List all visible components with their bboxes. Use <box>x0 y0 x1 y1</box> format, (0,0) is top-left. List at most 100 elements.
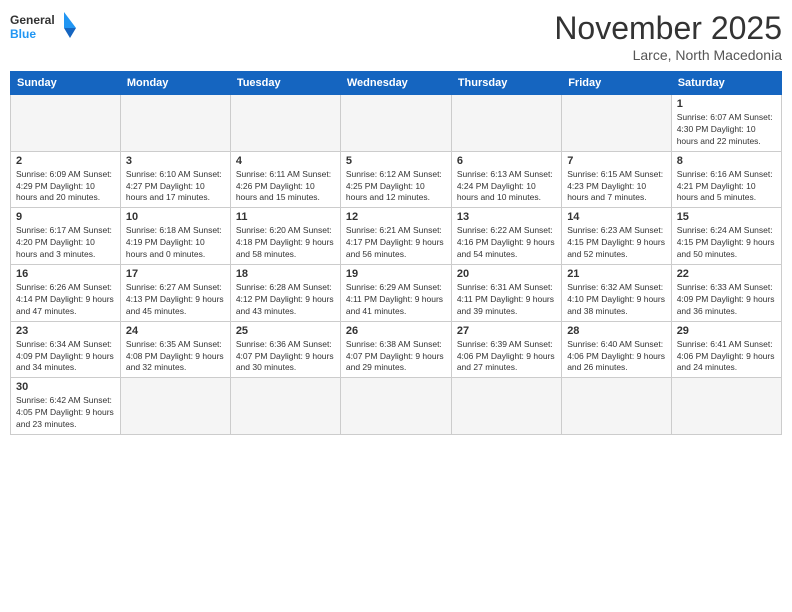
calendar-cell-4-4: 19 Sunrise: 6:29 AM Sunset: 4:11 PM Dayli… <box>340 265 451 322</box>
day-info: Sunrise: 6:35 AM Sunset: 4:08 PM Dayligh… <box>126 339 225 375</box>
day-number: 20 <box>457 268 556 280</box>
svg-text:Blue: Blue <box>10 27 36 41</box>
calendar-cell-1-2 <box>120 95 230 152</box>
calendar-cell-3-2: 10 Sunrise: 6:18 AM Sunset: 4:19 PM Dayli… <box>120 208 230 265</box>
calendar-cell-3-1: 9Sunrise: 6:17 AM Sunset: 4:20 PM Daylig… <box>11 208 121 265</box>
day-info: Sunrise: 6:17 AM Sunset: 4:20 PM Dayligh… <box>16 225 115 261</box>
calendar-cell-3-4: 12Sunrise: 6:21 AM Sunset: 4:17 PM Dayli… <box>340 208 451 265</box>
day-number: 8 <box>677 155 776 167</box>
calendar-cell-3-7: 15Sunrise: 6:24 AM Sunset: 4:15 PM Dayli… <box>671 208 781 265</box>
logo: General Blue <box>10 10 80 46</box>
day-number: 7 <box>567 155 666 167</box>
calendar-cell-4-1: 16Sunrise: 6:26 AM Sunset: 4:14 PM Dayli… <box>11 265 121 322</box>
calendar-table: Sunday Monday Tuesday Wednesday Thursday… <box>10 71 782 435</box>
calendar-cell-4-3: 18 Sunrise: 6:28 AM Sunset: 4:12 PM Dayli… <box>230 265 340 322</box>
col-monday: Monday <box>120 72 230 95</box>
day-info: Sunrise: 6:38 AM Sunset: 4:07 PM Dayligh… <box>346 339 446 375</box>
day-number: 5 <box>346 155 446 167</box>
day-info: Sunrise: 6:15 AM Sunset: 4:23 PM Dayligh… <box>567 169 666 205</box>
day-number: 13 <box>457 211 556 223</box>
day-number: 10 <box>126 211 225 223</box>
day-info: Sunrise: 6:34 AM Sunset: 4:09 PM Dayligh… <box>16 339 115 375</box>
col-sunday: Sunday <box>11 72 121 95</box>
month-title: November 2025 <box>554 10 782 47</box>
day-info: Sunrise: 6:36 AM Sunset: 4:07 PM Dayligh… <box>236 339 335 375</box>
calendar-cell-2-3: 4Sunrise: 6:11 AM Sunset: 4:26 PM Daylig… <box>230 151 340 208</box>
day-info: Sunrise: 6:42 AM Sunset: 4:05 PM Dayligh… <box>16 395 115 431</box>
day-number: 29 <box>677 325 776 337</box>
day-number: 6 <box>457 155 556 167</box>
day-info: Sunrise: 6:27 AM Sunset: 4:13 PM Dayligh… <box>126 282 225 318</box>
day-number: 30 <box>16 381 115 393</box>
calendar-cell-6-7 <box>671 378 781 435</box>
day-info: Sunrise: 6:18 AM Sunset: 4:19 PM Dayligh… <box>126 225 225 261</box>
day-number: 4 <box>236 155 335 167</box>
day-info: Sunrise: 6:31 AM Sunset: 4:11 PM Dayligh… <box>457 282 556 318</box>
col-tuesday: Tuesday <box>230 72 340 95</box>
location: Larce, North Macedonia <box>554 47 782 63</box>
calendar-cell-1-6 <box>562 95 672 152</box>
day-number: 27 <box>457 325 556 337</box>
calendar-cell-5-1: 23 Sunrise: 6:34 AM Sunset: 4:09 PM Dayli… <box>11 321 121 378</box>
day-info: Sunrise: 6:32 AM Sunset: 4:10 PM Dayligh… <box>567 282 666 318</box>
day-info: Sunrise: 6:16 AM Sunset: 4:21 PM Dayligh… <box>677 169 776 205</box>
calendar-cell-3-5: 13Sunrise: 6:22 AM Sunset: 4:16 PM Dayli… <box>451 208 561 265</box>
calendar-cell-2-4: 5Sunrise: 6:12 AM Sunset: 4:25 PM Daylig… <box>340 151 451 208</box>
calendar-cell-2-1: 2Sunrise: 6:09 AM Sunset: 4:29 PM Daylig… <box>11 151 121 208</box>
calendar-cell-2-6: 7 Sunrise: 6:15 AM Sunset: 4:23 PM Daylig… <box>562 151 672 208</box>
day-number: 11 <box>236 211 335 223</box>
calendar-cell-6-6 <box>562 378 672 435</box>
calendar-cell-5-7: 29 Sunrise: 6:41 AM Sunset: 4:06 PM Dayli… <box>671 321 781 378</box>
calendar-cell-4-2: 17 Sunrise: 6:27 AM Sunset: 4:13 PM Dayli… <box>120 265 230 322</box>
calendar-cell-2-2: 3 Sunrise: 6:10 AM Sunset: 4:27 PM Daylig… <box>120 151 230 208</box>
title-block: November 2025 Larce, North Macedonia <box>554 10 782 63</box>
calendar-cell-1-5 <box>451 95 561 152</box>
day-info: Sunrise: 6:29 AM Sunset: 4:11 PM Dayligh… <box>346 282 446 318</box>
col-friday: Friday <box>562 72 672 95</box>
calendar-cell-4-6: 21Sunrise: 6:32 AM Sunset: 4:10 PM Dayli… <box>562 265 672 322</box>
col-thursday: Thursday <box>451 72 561 95</box>
day-number: 23 <box>16 325 115 337</box>
day-number: 12 <box>346 211 446 223</box>
day-info: Sunrise: 6:24 AM Sunset: 4:15 PM Dayligh… <box>677 225 776 261</box>
calendar-cell-5-3: 25 Sunrise: 6:36 AM Sunset: 4:07 PM Dayli… <box>230 321 340 378</box>
calendar-cell-4-7: 22Sunrise: 6:33 AM Sunset: 4:09 PM Dayli… <box>671 265 781 322</box>
day-number: 2 <box>16 155 115 167</box>
calendar-cell-3-6: 14 Sunrise: 6:23 AM Sunset: 4:15 PM Dayli… <box>562 208 672 265</box>
day-number: 14 <box>567 211 666 223</box>
day-info: Sunrise: 6:41 AM Sunset: 4:06 PM Dayligh… <box>677 339 776 375</box>
day-info: Sunrise: 6:10 AM Sunset: 4:27 PM Dayligh… <box>126 169 225 205</box>
day-info: Sunrise: 6:33 AM Sunset: 4:09 PM Dayligh… <box>677 282 776 318</box>
calendar-cell-6-4 <box>340 378 451 435</box>
calendar-cell-4-5: 20 Sunrise: 6:31 AM Sunset: 4:11 PM Dayli… <box>451 265 561 322</box>
day-number: 25 <box>236 325 335 337</box>
calendar-cell-2-7: 8 Sunrise: 6:16 AM Sunset: 4:21 PM Daylig… <box>671 151 781 208</box>
day-number: 3 <box>126 155 225 167</box>
calendar-cell-5-4: 26 Sunrise: 6:38 AM Sunset: 4:07 PM Dayli… <box>340 321 451 378</box>
calendar-cell-1-1 <box>11 95 121 152</box>
calendar-week-5: 23 Sunrise: 6:34 AM Sunset: 4:09 PM Dayli… <box>11 321 782 378</box>
day-info: Sunrise: 6:39 AM Sunset: 4:06 PM Dayligh… <box>457 339 556 375</box>
day-info: Sunrise: 6:23 AM Sunset: 4:15 PM Dayligh… <box>567 225 666 261</box>
calendar-cell-1-3 <box>230 95 340 152</box>
day-number: 26 <box>346 325 446 337</box>
day-number: 19 <box>346 268 446 280</box>
calendar-cell-5-5: 27 Sunrise: 6:39 AM Sunset: 4:06 PM Dayli… <box>451 321 561 378</box>
day-number: 18 <box>236 268 335 280</box>
svg-text:General: General <box>10 13 55 27</box>
calendar-cell-2-5: 6 Sunrise: 6:13 AM Sunset: 4:24 PM Daylig… <box>451 151 561 208</box>
calendar-cell-6-2 <box>120 378 230 435</box>
calendar-week-2: 2Sunrise: 6:09 AM Sunset: 4:29 PM Daylig… <box>11 151 782 208</box>
header: General Blue November 2025 Larce, North … <box>10 10 782 63</box>
day-info: Sunrise: 6:07 AM Sunset: 4:30 PM Dayligh… <box>677 112 776 148</box>
calendar-cell-6-1: 30 Sunrise: 6:42 AM Sunset: 4:05 PM Dayli… <box>11 378 121 435</box>
day-info: Sunrise: 6:28 AM Sunset: 4:12 PM Dayligh… <box>236 282 335 318</box>
day-number: 1 <box>677 98 776 110</box>
calendar-cell-5-2: 24Sunrise: 6:35 AM Sunset: 4:08 PM Dayli… <box>120 321 230 378</box>
page: General Blue November 2025 Larce, North … <box>0 0 792 612</box>
day-number: 17 <box>126 268 225 280</box>
day-info: Sunrise: 6:13 AM Sunset: 4:24 PM Dayligh… <box>457 169 556 205</box>
day-info: Sunrise: 6:20 AM Sunset: 4:18 PM Dayligh… <box>236 225 335 261</box>
calendar-cell-5-6: 28Sunrise: 6:40 AM Sunset: 4:06 PM Dayli… <box>562 321 672 378</box>
day-number: 16 <box>16 268 115 280</box>
